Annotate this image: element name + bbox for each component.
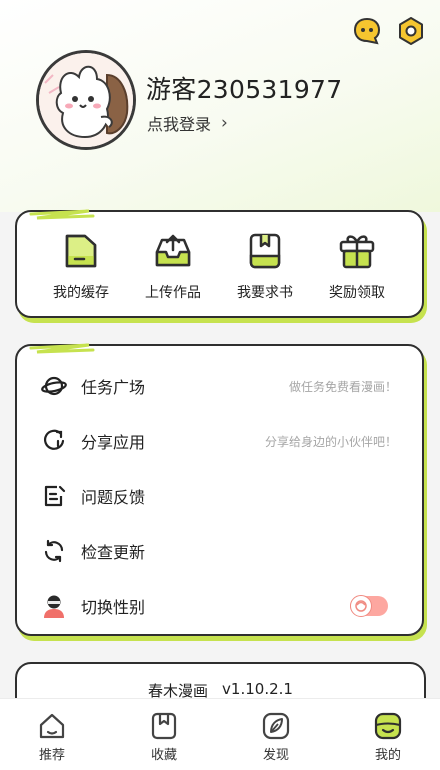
username: 游客230531977: [146, 75, 343, 104]
home-icon: [39, 713, 65, 739]
chevron-right-icon: ›: [221, 113, 228, 133]
quick-item-label: 上传作品: [145, 285, 201, 301]
nav-label: 我的: [374, 748, 401, 763]
login-text: 点我登录: [147, 115, 212, 134]
female-face-icon: [355, 600, 367, 612]
menu-item-switch-gender[interactable]: 切换性别: [41, 591, 397, 621]
chat-bubble-icon[interactable]: [352, 16, 382, 46]
menu-item-share-app[interactable]: 分享应用 分享给身边的小伙伴吧！: [41, 426, 397, 456]
menu-item-label: 切换性别: [81, 598, 146, 617]
card-scribble-decoration: [29, 209, 95, 220]
menu-item-label: 分享应用: [81, 433, 146, 452]
upload-tray-icon: [155, 234, 191, 267]
share-icon: [41, 428, 67, 454]
menu-item-label: 检查更新: [81, 543, 146, 562]
quick-item-label: 我的缓存: [53, 285, 109, 301]
quick-item-cache[interactable]: 我的缓存: [43, 230, 119, 302]
feedback-icon: [41, 483, 67, 509]
book-request-icon: [249, 233, 281, 269]
bottom-nav: 推荐 收藏 发现 我的: [0, 698, 440, 770]
quick-item-label: 我要求书: [237, 285, 293, 301]
bookmark-icon: [151, 712, 177, 740]
nav-item-discover[interactable]: 发现: [246, 711, 306, 763]
nav-item-mine[interactable]: 我的: [358, 711, 418, 763]
nav-label: 发现: [262, 748, 289, 763]
settings-gear-icon[interactable]: [396, 16, 426, 46]
menu-item-task-plaza[interactable]: 任务广场 做任务免费看漫画！: [41, 371, 397, 401]
menu-item-label: 问题反馈: [81, 488, 146, 507]
nav-item-favorites[interactable]: 收藏: [134, 711, 194, 763]
quick-item-upload[interactable]: 上传作品: [135, 230, 211, 302]
profile-header: 游客230531977 点我登录 ›: [0, 0, 440, 212]
gender-user-icon: [41, 593, 67, 619]
profile-page: 游客230531977 点我登录 › 我的缓存 上传作品 我要求书 奖励领取 任…: [0, 0, 440, 770]
folder-icon: [65, 234, 97, 268]
avatar[interactable]: [36, 50, 136, 150]
gift-box-icon: [339, 235, 375, 269]
menu-item-feedback[interactable]: 问题反馈: [41, 481, 397, 511]
menu-item-check-update[interactable]: 检查更新: [41, 536, 397, 566]
menu-item-hint: 分享给身边的小伙伴吧！: [264, 434, 397, 449]
profile-face-icon: [374, 712, 402, 740]
nav-label: 收藏: [150, 748, 177, 763]
card-scribble-decoration: [29, 343, 95, 354]
menu-card: 任务广场 做任务免费看漫画！ 分享应用 分享给身边的小伙伴吧！ 问题反馈 检查更…: [15, 343, 424, 636]
toggle-knob: [350, 595, 372, 617]
planet-icon: [41, 373, 67, 399]
menu-item-label: 任务广场: [81, 378, 146, 397]
compass-leaf-icon: [262, 712, 290, 740]
menu-item-hint: 做任务免费看漫画！: [288, 379, 397, 394]
gender-toggle[interactable]: [350, 595, 388, 617]
quick-item-request-book[interactable]: 我要求书: [227, 230, 303, 302]
quick-item-rewards[interactable]: 奖励领取: [319, 230, 395, 302]
login-link[interactable]: 点我登录 ›: [147, 111, 228, 135]
refresh-icon: [41, 538, 67, 564]
quick-item-label: 奖励领取: [329, 285, 385, 301]
nav-item-recommend[interactable]: 推荐: [22, 711, 82, 763]
quick-actions-card: 我的缓存 上传作品 我要求书 奖励领取: [15, 209, 424, 318]
nav-label: 推荐: [38, 748, 65, 763]
